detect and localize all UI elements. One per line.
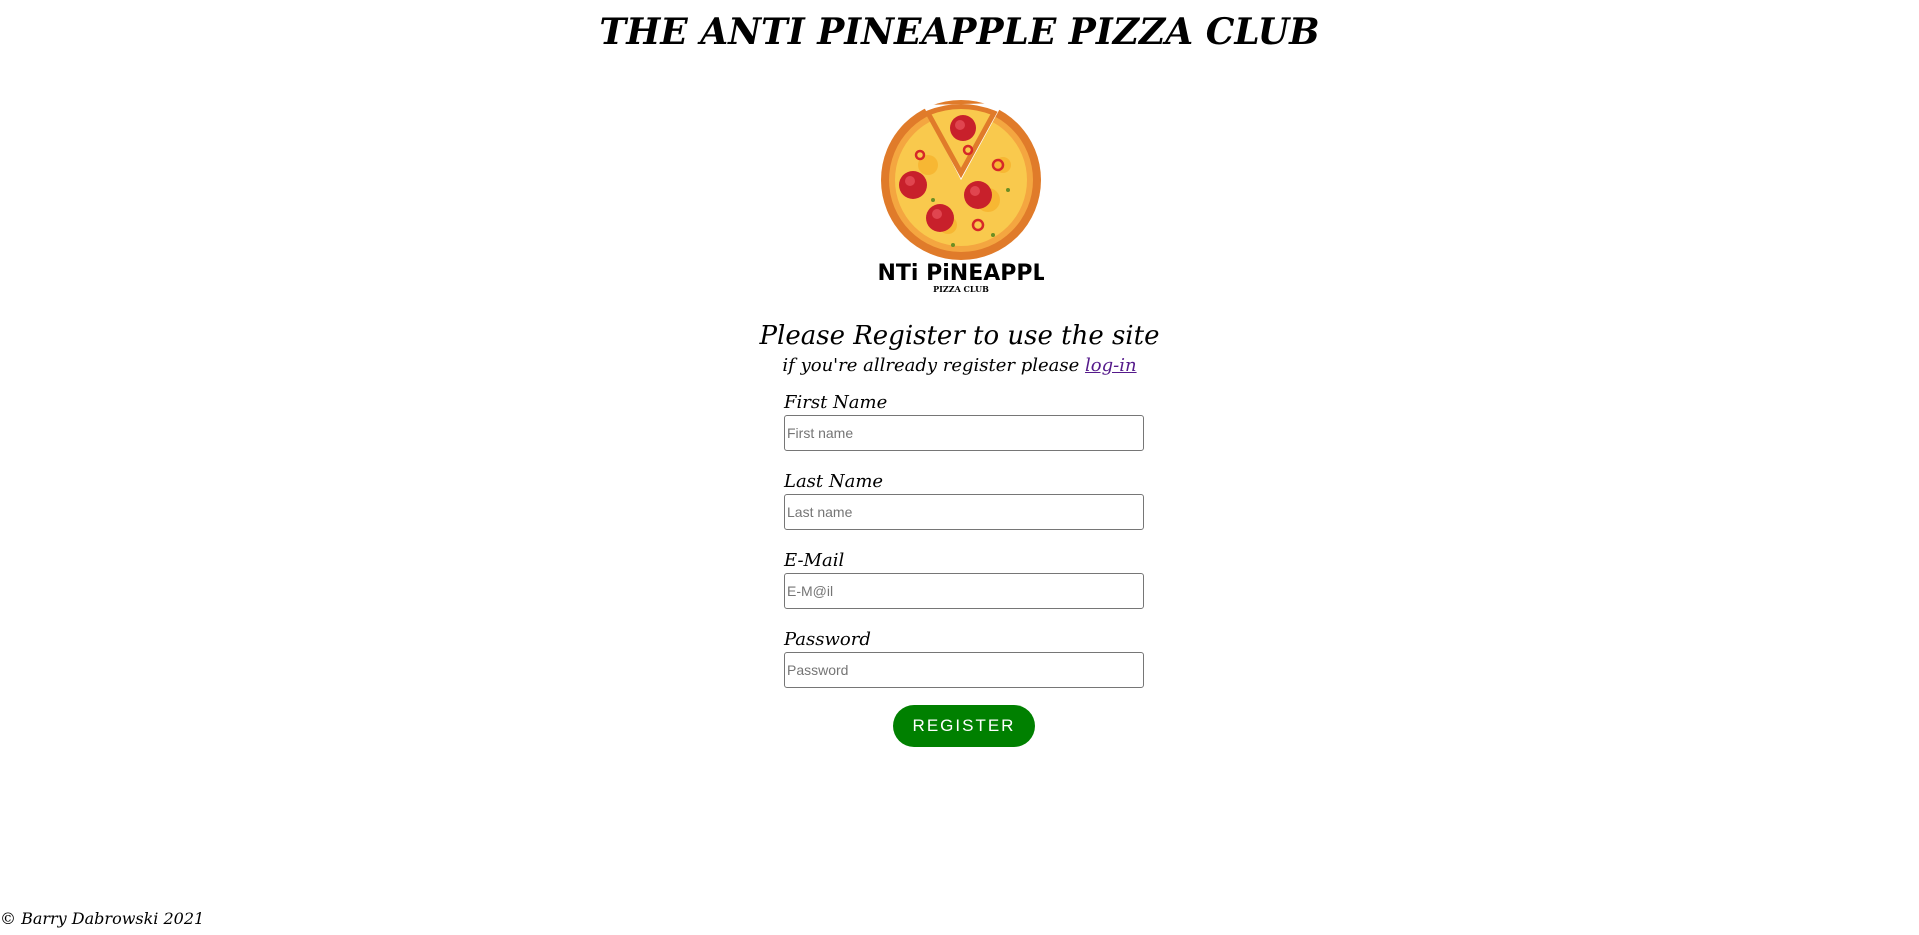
register-form: First Name Last Name E-Mail Password — [784, 392, 1144, 708]
email-field-group: E-Mail — [784, 550, 1144, 609]
last-name-field-group: Last Name — [784, 471, 1144, 530]
password-label: Password — [784, 629, 871, 650]
first-name-input[interactable] — [784, 415, 1144, 451]
footer-copyright: © Barry Dabrowski 2021 — [0, 909, 205, 928]
site-title: THE ANTI PINEAPPLE PIZZA CLUB — [599, 11, 1320, 53]
first-name-field-group: First Name — [784, 392, 1144, 451]
logo-title-text: ANTi PiNEAPPLE — [878, 261, 1044, 286]
last-name-input[interactable] — [784, 494, 1144, 530]
email-label: E-Mail — [784, 550, 845, 571]
login-prompt: if you're allready register please log-i… — [0, 354, 1919, 378]
login-link[interactable]: log-in — [1085, 355, 1137, 376]
email-input[interactable] — [784, 573, 1144, 609]
first-name-label: First Name — [784, 392, 888, 413]
register-button[interactable]: REGISTER — [893, 705, 1035, 747]
register-heading: Please Register to use the site — [759, 321, 1160, 351]
pizza-logo: ANTi PiNEAPPLE PIZZA CLUB — [878, 100, 1044, 294]
password-field-group: Password — [784, 629, 1144, 688]
login-prompt-text: if you're allready register please — [782, 355, 1080, 376]
last-name-label: Last Name — [784, 471, 884, 492]
logo-subtitle-text: PIZZA CLUB — [933, 284, 989, 294]
page: THE ANTI PINEAPPLE PIZZA CLUB NTi PiNEAP… — [0, 0, 1919, 935]
password-input[interactable] — [784, 652, 1144, 688]
